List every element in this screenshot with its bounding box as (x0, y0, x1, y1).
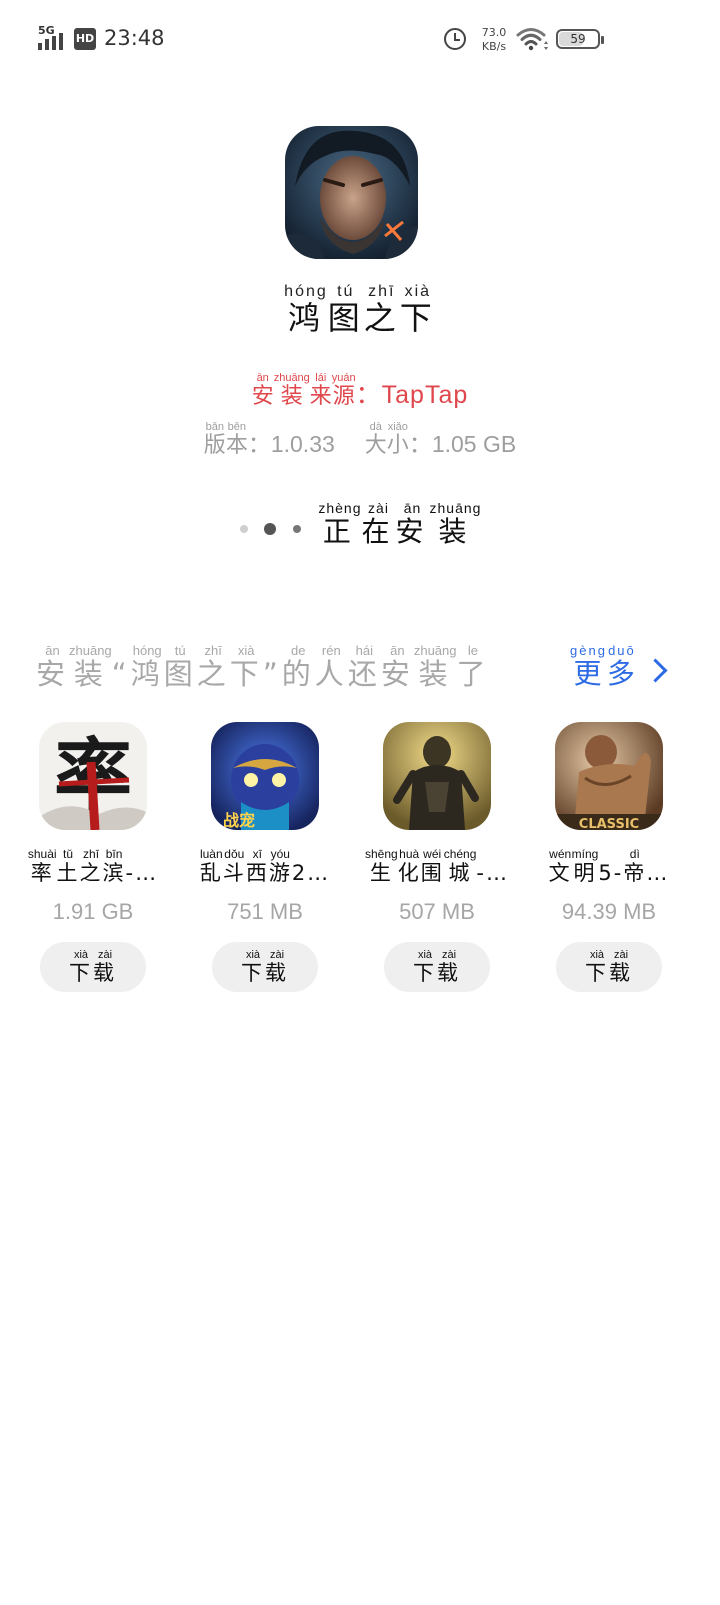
app-name: 文wén明míng5-帝dì… (548, 847, 670, 885)
app-icon[interactable]: CLASSIC (555, 722, 663, 830)
recommended-app[interactable]: 率 率shuài土tǔ之zhī滨bīn-… 1.91 GB 下xià载zài (7, 722, 179, 992)
battery-level: 59 (570, 32, 586, 46)
app-name: 率shuài土tǔ之zhī滨bīn-… (27, 847, 159, 885)
download-button[interactable]: 下xià载zài (40, 942, 146, 992)
app-size: 1.91 GB (52, 899, 134, 924)
status-bar: 5G HD 23:48 73.0 KB/s 59 (0, 0, 720, 80)
download-button[interactable]: 下xià载zài (212, 942, 318, 992)
battery-icon: 59 (556, 29, 604, 49)
alarm-icon (444, 28, 466, 50)
app-icon[interactable]: 战宠 (211, 722, 319, 830)
svg-text:CLASSIC: CLASSIC (579, 817, 639, 830)
download-button[interactable]: 下xià载zài (556, 942, 662, 992)
recommend-title: 安ān装zhuāng“鸿hóng图tú之zhī下xià”的de人rén还hái安… (36, 643, 490, 691)
more-link[interactable]: 更gèng多duō (570, 643, 668, 692)
app-size: 507 MB (399, 899, 475, 924)
download-button[interactable]: 下xià载zài (384, 942, 490, 992)
speed-value: 73.0 (481, 26, 507, 39)
app-title: 鸿hóng图tú之zhī下xià (284, 283, 436, 337)
recommended-app[interactable]: 战宠 乱luàn斗dǒu西xī游yóu2… 751 MB 下xià载zài (179, 722, 351, 992)
size-info: 大dà小xiǎo：1.05 GB (364, 421, 517, 458)
install-source: 安ān装zhuāng来lái源yuán：TapTap (251, 372, 469, 409)
app-name: 生shēng化huà围wéi城chéng-… (365, 847, 509, 885)
app-meta: 版bǎn本běn：1.0.33 大dà小xiǎo：1.05 GB (0, 421, 720, 459)
app-size: 751 MB (227, 899, 303, 924)
app-icon[interactable]: 率 (39, 722, 147, 830)
network-speed: 73.0 KB/s (474, 26, 514, 54)
install-status: 正zhèng在zài安ān装zhuāng (0, 500, 720, 550)
app-size: 94.39 MB (561, 899, 657, 924)
app-name: 乱luàn斗dǒu西xī游yóu2… (199, 847, 331, 885)
app-icon (285, 126, 418, 259)
recommended-app[interactable]: 生shēng化huà围wéi城chéng-… 507 MB 下xià载zài (351, 722, 523, 992)
hd-badge: HD (74, 28, 96, 50)
version-value: ：1.0.33 (247, 431, 335, 457)
svg-text:战宠: 战宠 (223, 811, 255, 830)
signal-icon: 5G (38, 24, 68, 50)
size-value: ：1.05 GB (408, 431, 517, 457)
source-value: ：TapTap (355, 381, 469, 409)
version-info: 版bǎn本běn：1.0.33 (203, 421, 335, 458)
speed-unit: KB/s (481, 40, 507, 53)
recommended-app[interactable]: CLASSIC 文wén明míng5-帝dì… 94.39 MB 下xià载zà… (523, 722, 695, 992)
wifi-icon (516, 28, 548, 51)
app-icon[interactable] (383, 722, 491, 830)
loading-dots-icon (239, 511, 303, 544)
chevron-right-icon (643, 658, 668, 683)
status-time: 23:48 (104, 26, 165, 50)
